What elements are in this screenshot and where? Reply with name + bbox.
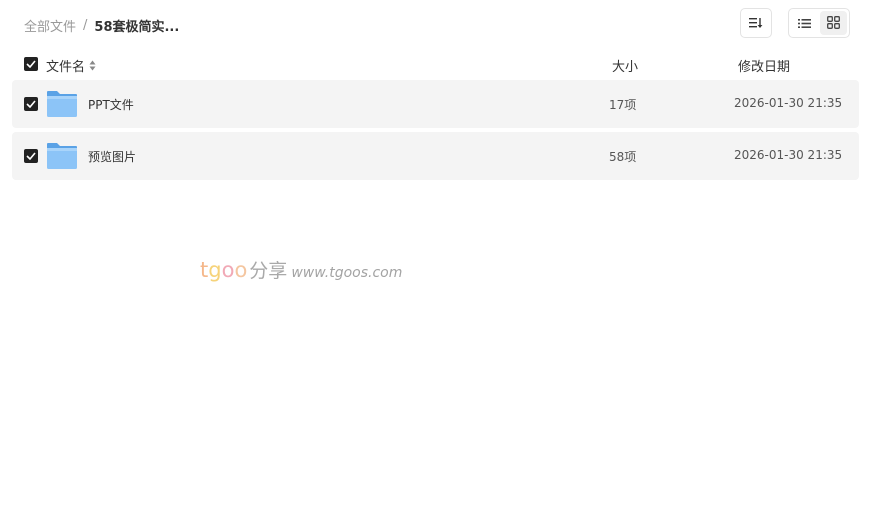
breadcrumb-separator: / bbox=[83, 17, 88, 33]
column-header-date[interactable]: 修改日期 bbox=[738, 56, 790, 75]
watermark-letter: o bbox=[234, 258, 248, 282]
folder-icon bbox=[46, 142, 78, 174]
row-checkbox[interactable] bbox=[24, 97, 38, 111]
file-size: 58项 bbox=[609, 150, 637, 164]
watermark: t g o o 分享 www.tgoos.com bbox=[200, 256, 402, 283]
file-name[interactable]: 预览图片 bbox=[88, 148, 136, 165]
watermark-chinese-text: 分享 bbox=[249, 260, 288, 282]
sort-icon bbox=[749, 14, 763, 33]
row-checkbox[interactable] bbox=[24, 149, 38, 163]
column-header-name[interactable]: 文件名 bbox=[46, 56, 96, 75]
column-header-size[interactable]: 大小 bbox=[612, 56, 638, 75]
grid-view-icon bbox=[827, 14, 840, 33]
select-all-checkbox[interactable] bbox=[24, 57, 38, 71]
watermark-letter: o bbox=[221, 258, 235, 282]
watermark-letter: g bbox=[208, 258, 222, 282]
breadcrumb-root-link[interactable]: 全部文件 bbox=[24, 16, 76, 35]
table-header: 文件名 大小 修改日期 bbox=[24, 54, 858, 75]
breadcrumb-current: 58套极简实... bbox=[94, 19, 180, 35]
grid-view-button[interactable] bbox=[820, 11, 847, 35]
folder-icon bbox=[46, 90, 78, 122]
file-date: 2026-01-30 21:35 bbox=[734, 148, 843, 162]
sort-toggle-icon[interactable] bbox=[89, 60, 96, 71]
breadcrumb: 全部文件 / 58套极简实... bbox=[24, 15, 179, 35]
sort-button[interactable] bbox=[740, 8, 772, 38]
list-view-button[interactable] bbox=[791, 11, 818, 35]
watermark-letter: t bbox=[200, 258, 209, 282]
table-row[interactable]: 预览图片 58项 2026-01-30 21:35 bbox=[12, 132, 859, 180]
file-name[interactable]: PPT文件 bbox=[88, 96, 134, 113]
table-row[interactable]: PPT文件 17项 2026-01-30 21:35 bbox=[12, 80, 859, 128]
file-size: 17项 bbox=[609, 98, 637, 112]
list-view-icon bbox=[798, 14, 811, 33]
view-toggle bbox=[788, 8, 850, 38]
column-header-name-label: 文件名 bbox=[46, 60, 86, 75]
watermark-url: www.tgoos.com bbox=[291, 265, 403, 281]
file-date: 2026-01-30 21:35 bbox=[734, 96, 843, 110]
